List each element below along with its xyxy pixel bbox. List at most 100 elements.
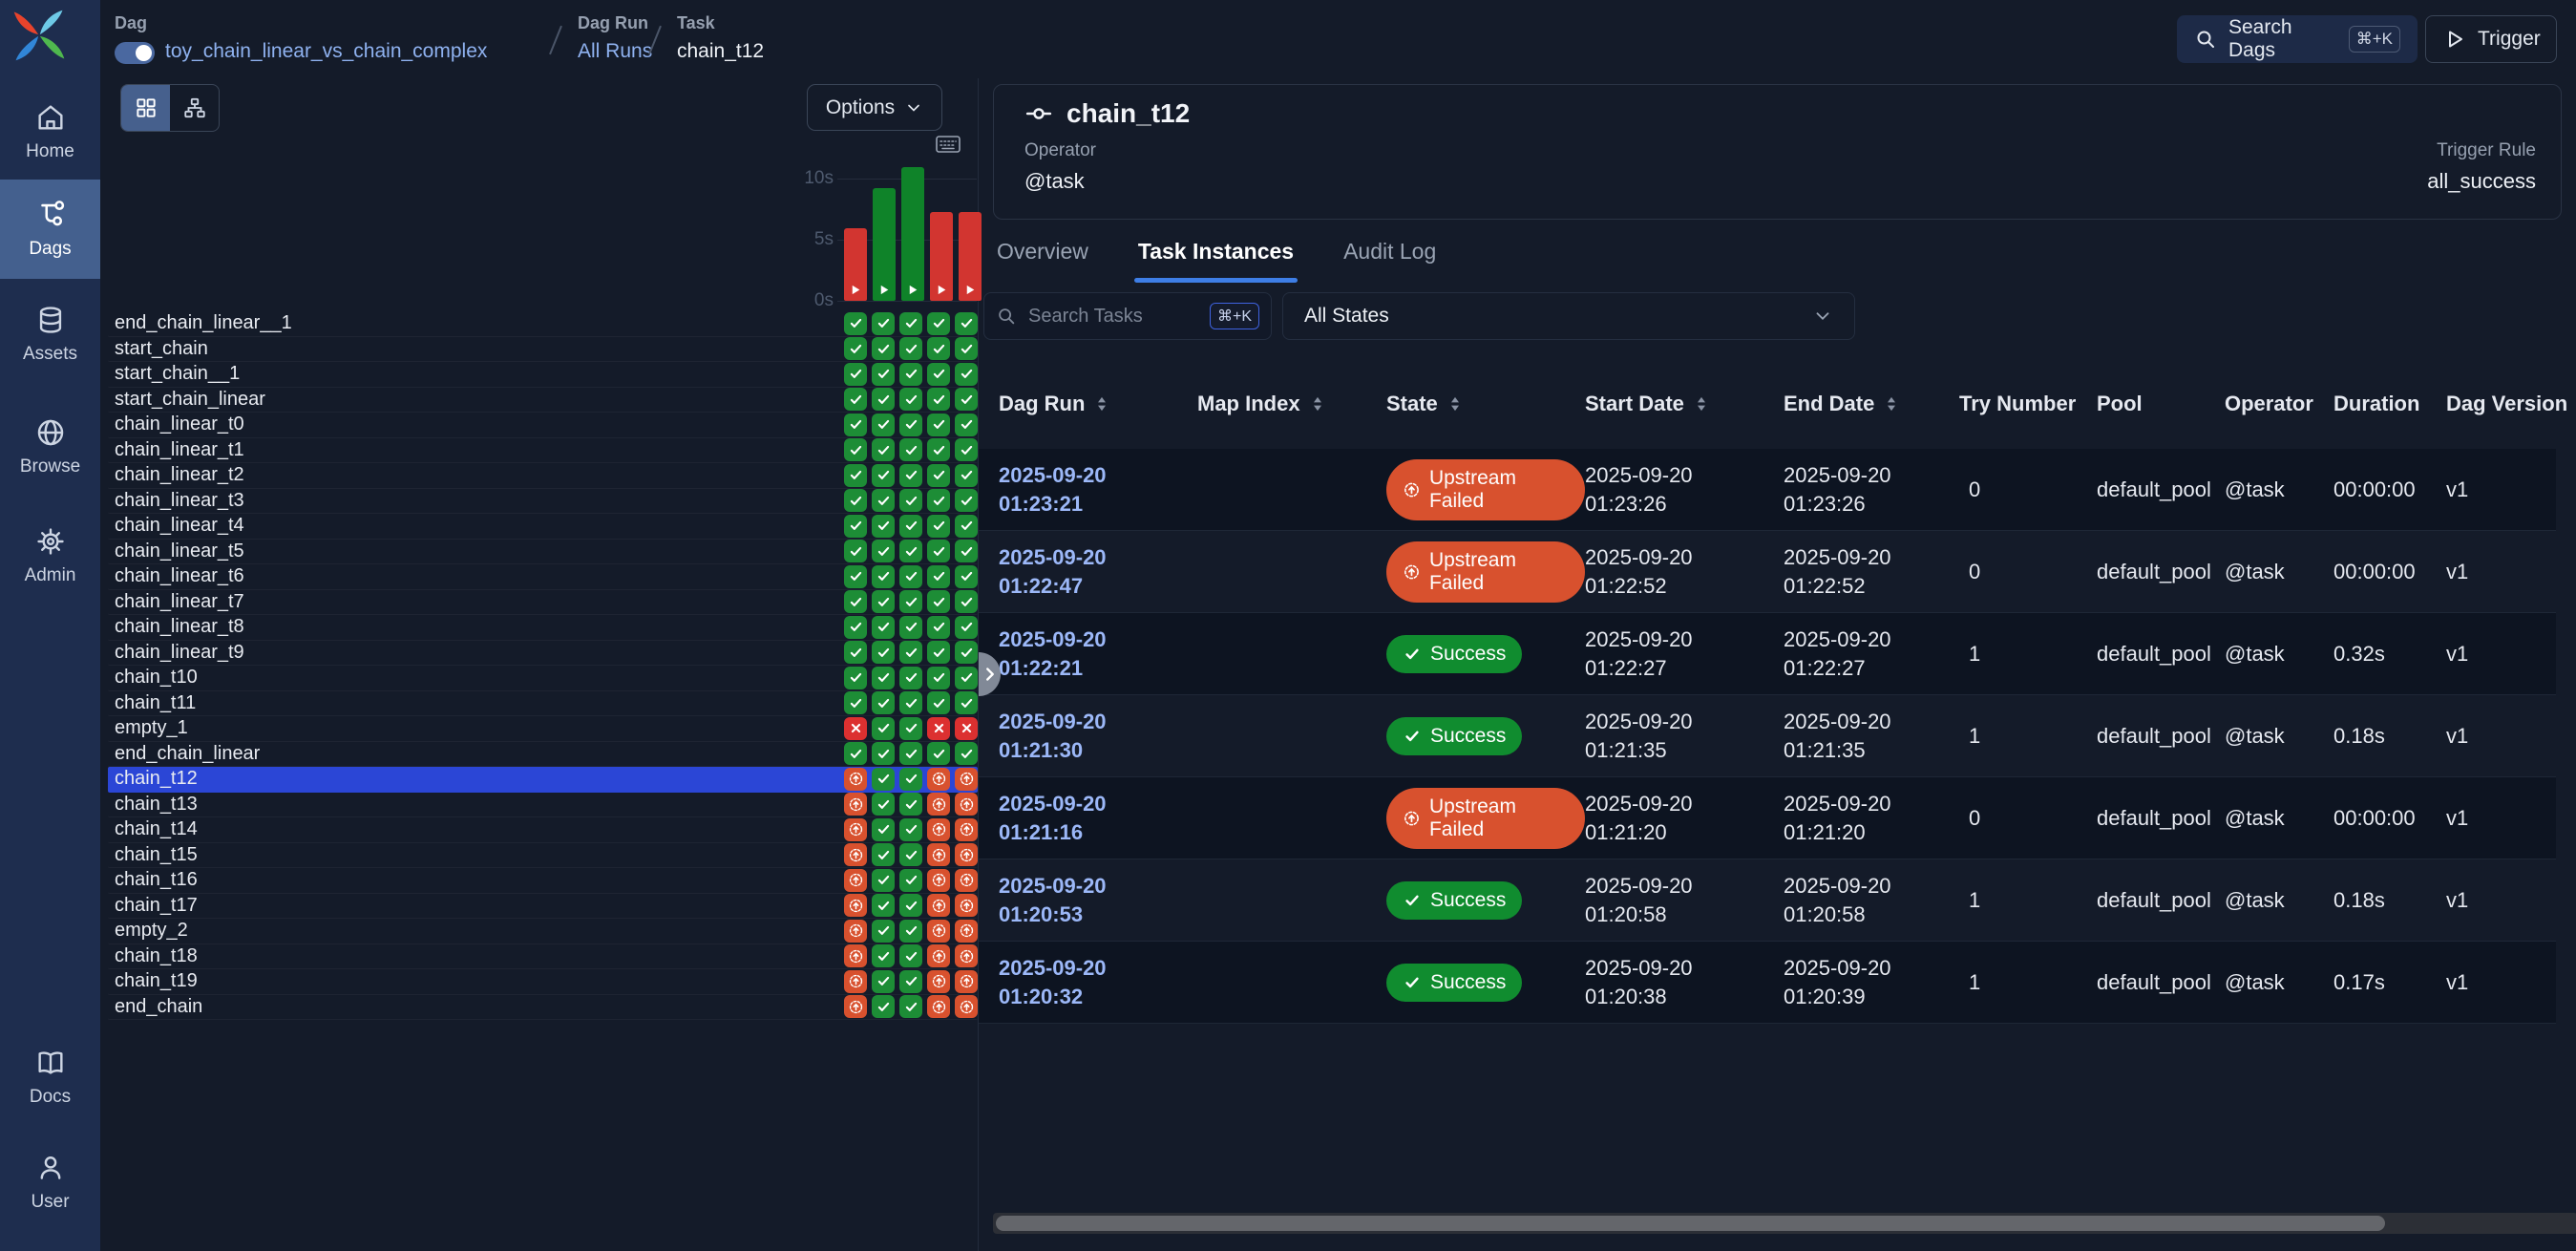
task-instance-cell[interactable] xyxy=(844,388,867,411)
task-instance-cell[interactable] xyxy=(872,843,895,866)
task-instance-cell[interactable] xyxy=(955,363,978,386)
task-instance-cell[interactable] xyxy=(927,388,950,411)
task-instance-cell[interactable] xyxy=(955,565,978,588)
task-instance-row[interactable]: 2025-09-2001:20:53Success2025-09-2001:20… xyxy=(979,859,2556,942)
task-instance-cell[interactable] xyxy=(872,742,895,765)
task-instance-cell[interactable] xyxy=(899,818,922,841)
task-instance-cell[interactable] xyxy=(955,920,978,943)
task-instance-cell[interactable] xyxy=(899,641,922,664)
task-name[interactable]: chain_t15 xyxy=(115,844,844,866)
task-instance-cell[interactable] xyxy=(927,515,950,538)
task-instance-cell[interactable] xyxy=(955,312,978,335)
task-name[interactable]: chain_linear_t5 xyxy=(115,541,844,562)
task-instance-cell[interactable] xyxy=(844,768,867,791)
task-instance-row[interactable]: 2025-09-2001:23:21Upstream Failed2025-09… xyxy=(979,449,2556,531)
task-instance-cell[interactable] xyxy=(844,691,867,714)
task-instance-cell[interactable] xyxy=(872,388,895,411)
task-instance-cell[interactable] xyxy=(927,667,950,689)
task-instance-cell[interactable] xyxy=(927,312,950,335)
task-row[interactable]: empty_1 xyxy=(108,716,978,742)
breadcrumb-dagrun-value[interactable]: All Runs xyxy=(578,40,652,63)
task-row[interactable]: start_chain xyxy=(108,337,978,363)
sidebar-item-dags[interactable]: Dags xyxy=(0,180,100,279)
task-row[interactable]: chain_linear_t7 xyxy=(108,590,978,616)
dag-run-bar[interactable] xyxy=(844,228,867,301)
task-instance-cell[interactable] xyxy=(844,667,867,689)
task-row[interactable]: chain_t15 xyxy=(108,843,978,869)
task-name[interactable]: chain_t16 xyxy=(115,869,844,891)
task-instance-cell[interactable] xyxy=(844,616,867,639)
task-instance-cell[interactable] xyxy=(872,944,895,967)
task-instance-cell[interactable] xyxy=(872,590,895,613)
task-instance-cell[interactable] xyxy=(872,667,895,689)
task-instance-cell[interactable] xyxy=(872,920,895,943)
task-instance-cell[interactable] xyxy=(927,793,950,816)
task-instance-cell[interactable] xyxy=(955,944,978,967)
task-name[interactable]: chain_t11 xyxy=(115,692,844,714)
task-row[interactable]: end_chain_linear xyxy=(108,742,978,768)
task-instance-cell[interactable] xyxy=(927,995,950,1018)
task-instance-cell[interactable] xyxy=(844,540,867,562)
task-instance-cell[interactable] xyxy=(872,717,895,740)
task-instance-cell[interactable] xyxy=(872,413,895,436)
task-instance-cell[interactable] xyxy=(927,464,950,487)
task-instance-cell[interactable] xyxy=(955,438,978,461)
task-instance-row[interactable]: 2025-09-2001:22:21Success2025-09-2001:22… xyxy=(979,613,2556,695)
task-instance-cell[interactable] xyxy=(899,312,922,335)
task-row[interactable]: chain_t12 xyxy=(108,767,978,793)
task-instance-cell[interactable] xyxy=(955,616,978,639)
task-instance-cell[interactable] xyxy=(927,337,950,360)
task-instance-cell[interactable] xyxy=(955,388,978,411)
task-instance-cell[interactable] xyxy=(844,489,867,512)
task-name[interactable]: chain_t13 xyxy=(115,794,844,816)
task-instance-cell[interactable] xyxy=(872,337,895,360)
task-instance-row[interactable]: 2025-09-2001:22:47Upstream Failed2025-09… xyxy=(979,531,2556,613)
task-instance-cell[interactable] xyxy=(955,337,978,360)
task-instance-cell[interactable] xyxy=(899,995,922,1018)
task-instance-cell[interactable] xyxy=(899,970,922,993)
task-instance-cell[interactable] xyxy=(844,641,867,664)
task-instance-cell[interactable] xyxy=(955,894,978,917)
task-instance-cell[interactable] xyxy=(927,438,950,461)
task-instance-cell[interactable] xyxy=(899,843,922,866)
trigger-button[interactable]: Trigger xyxy=(2425,15,2557,63)
sidebar-item-docs[interactable]: Docs xyxy=(0,1029,100,1125)
task-instance-cell[interactable] xyxy=(872,438,895,461)
task-instance-cell[interactable] xyxy=(872,869,895,892)
task-row[interactable]: chain_t11 xyxy=(108,691,978,717)
task-instance-cell[interactable] xyxy=(927,489,950,512)
task-instance-cell[interactable] xyxy=(927,565,950,588)
task-name[interactable]: end_chain_linear xyxy=(115,743,844,765)
sidebar-item-home[interactable]: Home xyxy=(0,84,100,180)
task-instance-row[interactable]: 2025-09-2001:21:30Success2025-09-2001:21… xyxy=(979,695,2556,777)
task-name[interactable]: chain_t14 xyxy=(115,818,844,840)
breadcrumb-dag-name[interactable]: toy_chain_linear_vs_chain_complex xyxy=(165,40,487,63)
task-instance-cell[interactable] xyxy=(955,742,978,765)
column-header[interactable]: End Date xyxy=(1784,392,1959,416)
airflow-logo[interactable] xyxy=(11,8,67,63)
task-instance-cell[interactable] xyxy=(927,944,950,967)
task-instance-cell[interactable] xyxy=(844,843,867,866)
task-row[interactable]: chain_linear_t6 xyxy=(108,564,978,590)
task-instance-cell[interactable] xyxy=(955,995,978,1018)
task-instance-cell[interactable] xyxy=(927,742,950,765)
column-header[interactable]: Dag Run xyxy=(999,392,1197,416)
task-instance-cell[interactable] xyxy=(955,464,978,487)
horizontal-scrollbar[interactable] xyxy=(993,1213,2576,1234)
task-instance-cell[interactable] xyxy=(899,894,922,917)
task-row[interactable]: chain_linear_t0 xyxy=(108,413,978,438)
task-instance-cell[interactable] xyxy=(844,438,867,461)
task-instance-cell[interactable] xyxy=(927,540,950,562)
task-instance-cell[interactable] xyxy=(927,717,950,740)
task-name[interactable]: chain_t10 xyxy=(115,667,844,689)
task-instance-cell[interactable] xyxy=(844,363,867,386)
task-instance-cell[interactable] xyxy=(844,413,867,436)
task-name[interactable]: chain_linear_t1 xyxy=(115,439,844,461)
task-instance-cell[interactable] xyxy=(844,995,867,1018)
dag-run-link[interactable]: 2025-09-2001:22:21 xyxy=(999,626,1197,683)
task-instance-cell[interactable] xyxy=(872,768,895,791)
task-instance-cell[interactable] xyxy=(927,869,950,892)
task-instance-cell[interactable] xyxy=(872,312,895,335)
task-row[interactable]: chain_linear_t4 xyxy=(108,514,978,540)
task-instance-cell[interactable] xyxy=(844,717,867,740)
